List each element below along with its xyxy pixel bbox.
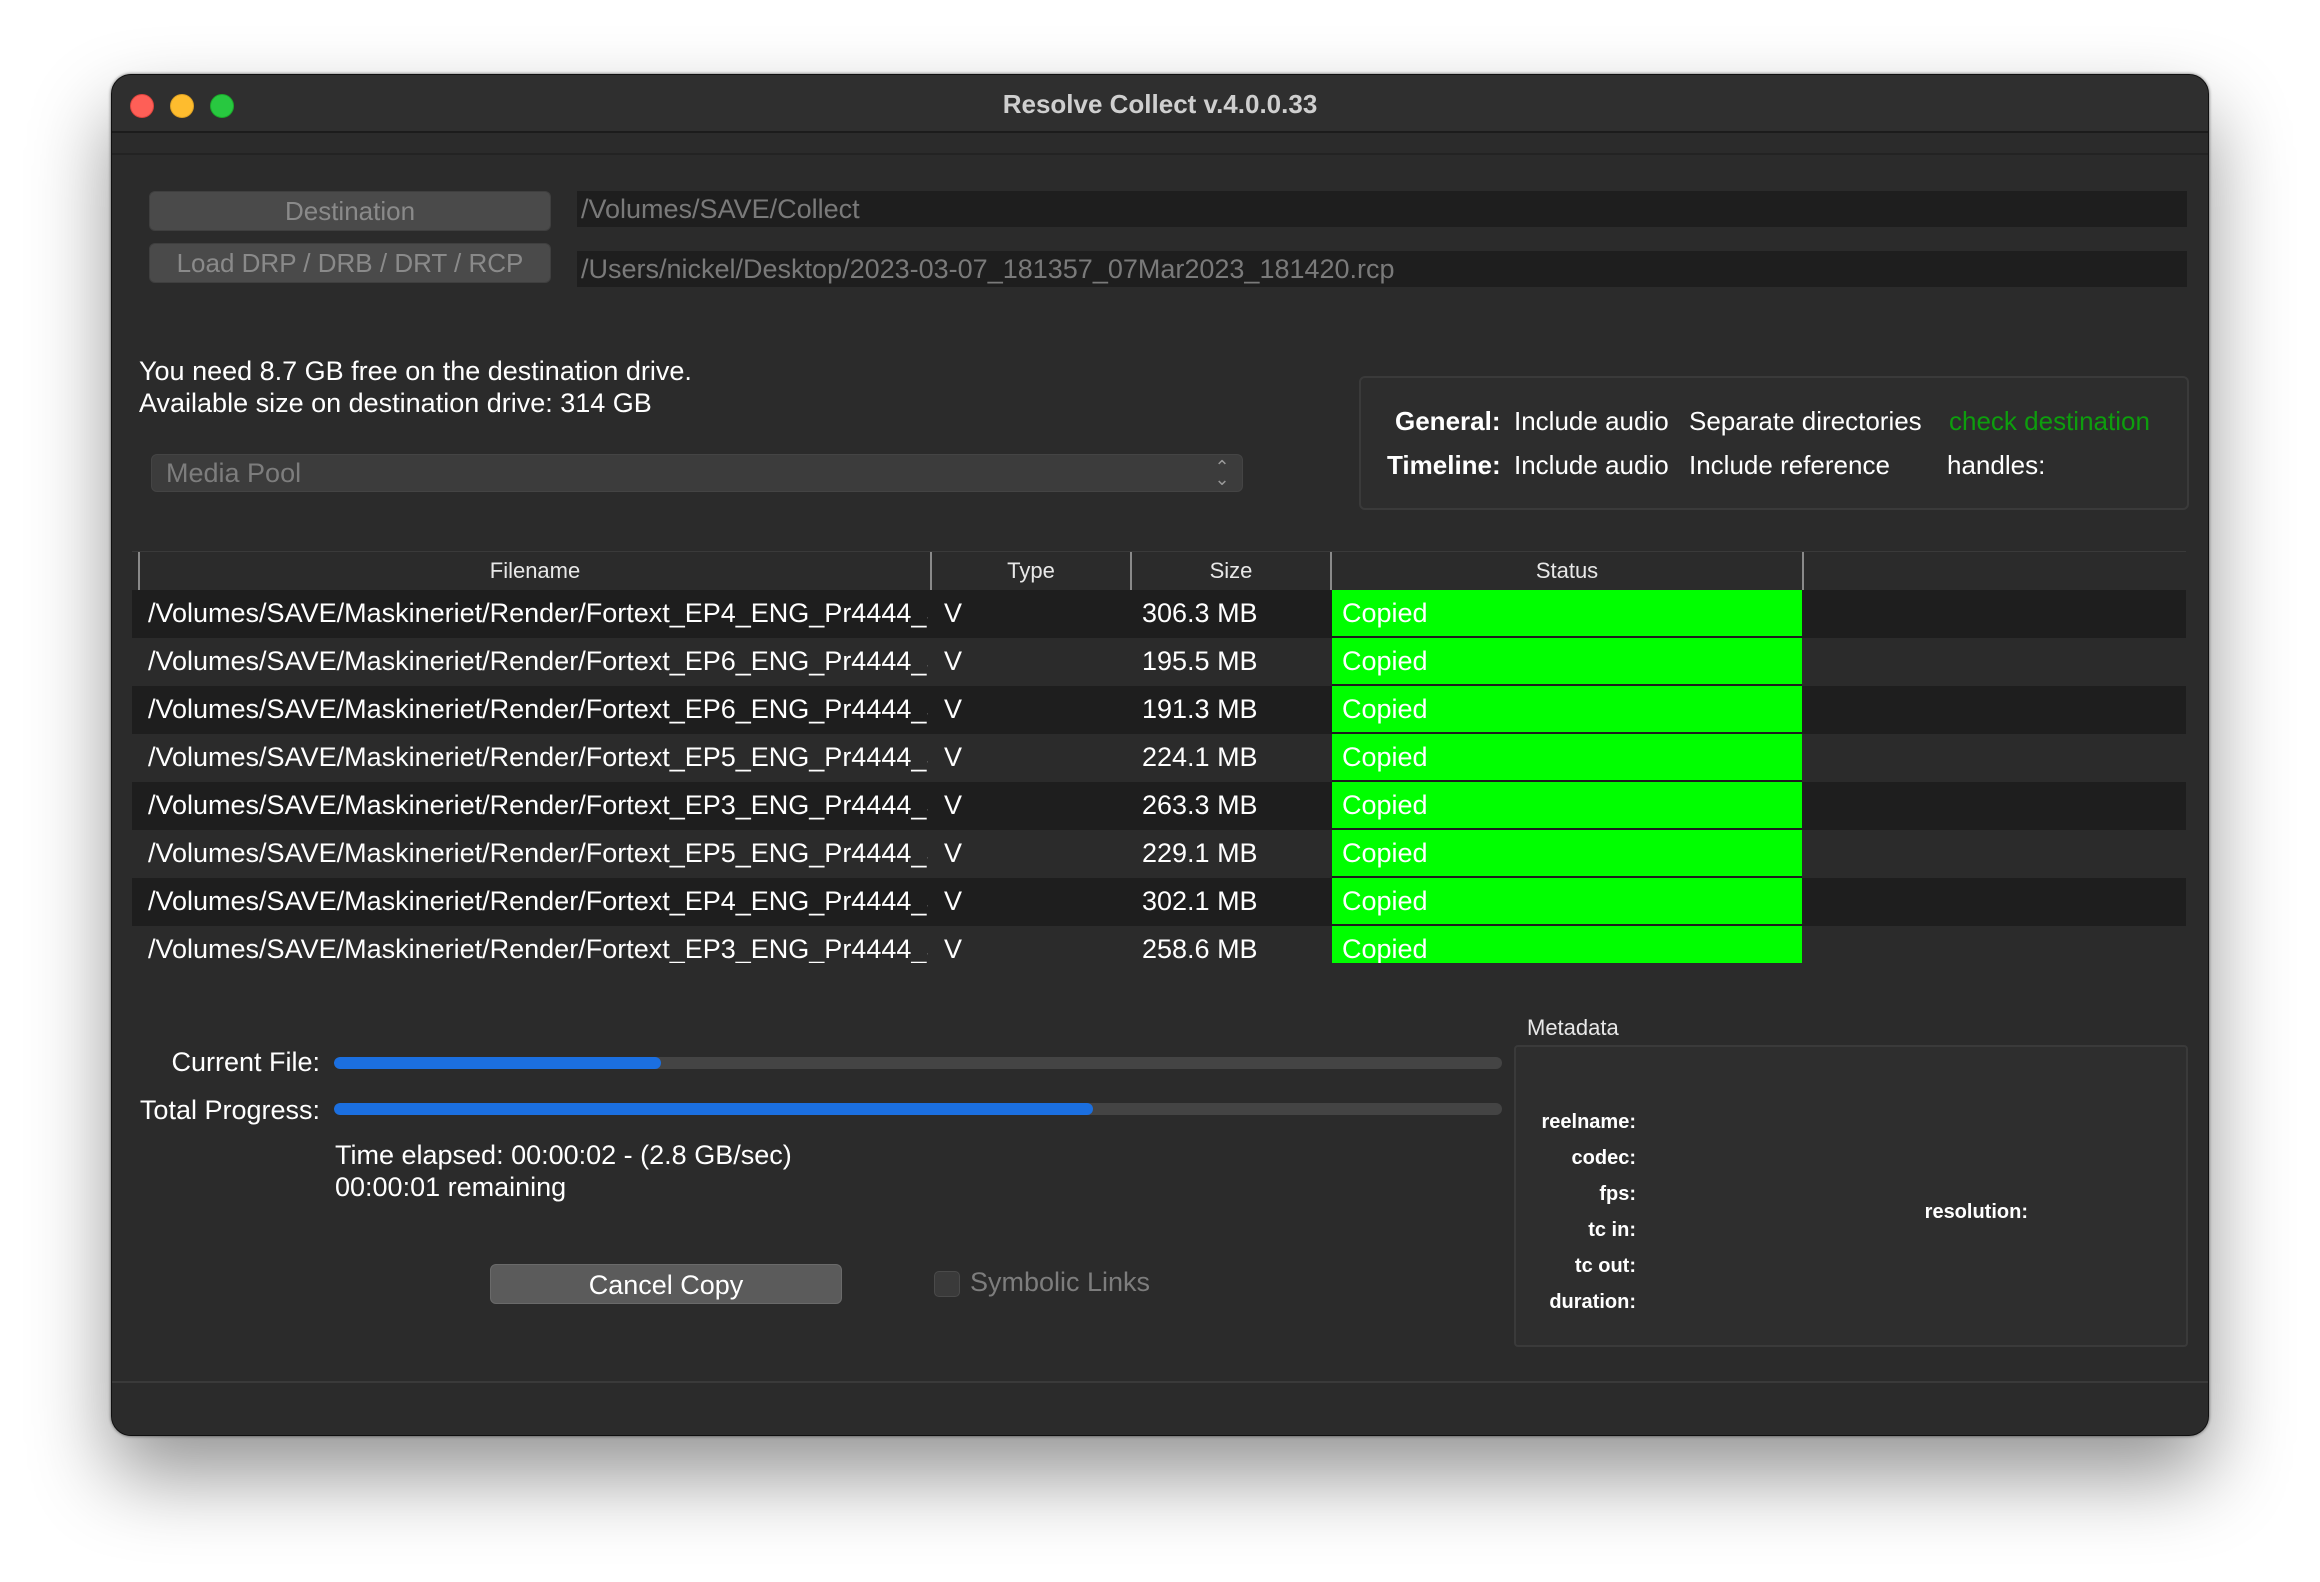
top-divider <box>112 153 2208 155</box>
cell-type: V <box>944 646 963 676</box>
table-row[interactable]: /Volumes/SAVE/Maskineriet/Render/Fortext… <box>132 878 2186 926</box>
cell-filename: /Volumes/SAVE/Maskineriet/Render/Fortext… <box>148 742 928 772</box>
meta-duration-label: duration: <box>1549 1291 1636 1313</box>
metadata-title: Metadata <box>1527 1015 1619 1040</box>
cell-status: Copied <box>1332 878 1802 926</box>
status-bar <box>112 1381 2208 1435</box>
cell-type: V <box>944 742 963 772</box>
app-window: Resolve Collect v.4.0.0.33 Destination /… <box>111 74 2209 1436</box>
table-row[interactable]: /Volumes/SAVE/Maskineriet/Render/Fortext… <box>132 782 2186 830</box>
load-project-button[interactable]: Load DRP / DRB / DRT / RCP <box>149 243 551 283</box>
cell-size: 302.1 MB <box>1142 886 1258 916</box>
cell-filename: /Volumes/SAVE/Maskineriet/Render/Fortext… <box>148 790 928 820</box>
cell-filename: /Volumes/SAVE/Maskineriet/Render/Fortext… <box>148 838 928 868</box>
options-panel: General: Include audio Separate director… <box>1359 376 2189 510</box>
cell-filename: /Volumes/SAVE/Maskineriet/Render/Fortext… <box>148 934 928 963</box>
cell-status: Copied <box>1332 926 1802 963</box>
metadata-panel: reelname: codec: fps: tc in: tc out: dur… <box>1514 1045 2188 1347</box>
timeline-handles-label: handles: <box>1947 450 2046 480</box>
cell-status: Copied <box>1332 782 1802 830</box>
load-path-field[interactable]: /Users/nickel/Desktop/2023-03-07_181357_… <box>577 251 2187 287</box>
cell-size: 224.1 MB <box>1142 742 1258 772</box>
table-row[interactable]: /Volumes/SAVE/Maskineriet/Render/Fortext… <box>132 638 2186 686</box>
table-row[interactable]: /Volumes/SAVE/Maskineriet/Render/Fortext… <box>132 734 2186 782</box>
file-table[interactable]: Filename Type Size Status /Volumes/SAVE/… <box>132 551 2186 963</box>
column-header-status[interactable]: Status <box>1330 552 1804 590</box>
table-row[interactable]: /Volumes/SAVE/Maskineriet/Render/Fortext… <box>132 686 2186 734</box>
cell-status: Copied <box>1332 686 1802 734</box>
cancel-copy-button[interactable]: Cancel Copy <box>490 1264 842 1304</box>
symbolic-links-label[interactable]: Symbolic Links <box>970 1267 1150 1298</box>
time-remaining-text: 00:00:01 remaining <box>335 1172 567 1202</box>
window-title: Resolve Collect v.4.0.0.33 <box>1002 89 1318 119</box>
destination-path-field[interactable]: /Volumes/SAVE/Collect <box>577 191 2187 227</box>
title-bar[interactable]: Resolve Collect v.4.0.0.33 <box>112 75 2208 133</box>
source-select-value: Media Pool <box>166 458 302 488</box>
table-header: Filename Type Size Status <box>132 552 2186 590</box>
cell-filename: /Volumes/SAVE/Maskineriet/Render/Fortext… <box>148 646 928 676</box>
meta-tc-in-label: tc in: <box>1588 1219 1636 1241</box>
meta-tc-out-label: tc out: <box>1574 1255 1636 1277</box>
timeline-include-reference[interactable]: Include reference <box>1689 450 1890 481</box>
current-file-progress-bar <box>334 1057 1502 1069</box>
cell-filename: /Volumes/SAVE/Maskineriet/Render/Fortext… <box>148 886 928 916</box>
space-needed-text: You need 8.7 GB free on the destination … <box>139 356 692 386</box>
meta-reelname-label: reelname: <box>1541 1111 1637 1133</box>
cell-filename: /Volumes/SAVE/Maskineriet/Render/Fortext… <box>148 694 928 724</box>
meta-fps-label: fps: <box>1599 1183 1636 1205</box>
cell-status: Copied <box>1332 590 1802 638</box>
total-progress-label: Total Progress: <box>139 1095 320 1125</box>
cell-size: 306.3 MB <box>1142 598 1258 628</box>
table-row[interactable]: /Volumes/SAVE/Maskineriet/Render/Fortext… <box>132 926 2186 963</box>
timeline-label: Timeline: <box>1387 450 1501 480</box>
space-available-text: Available size on destination drive: 314… <box>139 388 652 418</box>
time-elapsed-text: Time elapsed: 00:00:02 - (2.8 GB/sec) <box>335 1140 792 1170</box>
current-file-progress-fill <box>334 1057 662 1069</box>
column-header-type[interactable]: Type <box>930 552 1130 590</box>
column-header-filename[interactable]: Filename <box>138 552 930 590</box>
general-include-audio[interactable]: Include audio <box>1514 406 1669 437</box>
source-select[interactable]: Media Pool ⌃ ⌄ <box>151 454 1243 492</box>
cell-filename: /Volumes/SAVE/Maskineriet/Render/Fortext… <box>148 598 928 628</box>
general-separate-directories[interactable]: Separate directories <box>1689 406 1922 437</box>
cell-type: V <box>944 790 963 820</box>
cell-size: 191.3 MB <box>1142 694 1258 724</box>
column-header-size[interactable]: Size <box>1130 552 1330 590</box>
cell-size: 195.5 MB <box>1142 646 1258 676</box>
cell-status: Copied <box>1332 638 1802 686</box>
cell-status: Copied <box>1332 734 1802 782</box>
cell-type: V <box>944 838 963 868</box>
general-check-destination[interactable]: check destination <box>1949 406 2150 437</box>
table-row[interactable]: /Volumes/SAVE/Maskineriet/Render/Fortext… <box>132 830 2186 878</box>
total-progress-fill <box>334 1103 1094 1115</box>
general-label: General: <box>1395 406 1501 436</box>
chevron-down-icon: ⌄ <box>1214 469 1230 489</box>
cell-size: 229.1 MB <box>1142 838 1258 868</box>
meta-codec-label: codec: <box>1571 1147 1636 1169</box>
total-progress-bar <box>334 1103 1502 1115</box>
cell-type: V <box>944 694 963 724</box>
timeline-include-audio[interactable]: Include audio <box>1514 450 1669 481</box>
cell-status: Copied <box>1332 830 1802 878</box>
cell-size: 263.3 MB <box>1142 790 1258 820</box>
cell-type: V <box>944 886 963 916</box>
current-file-label: Current File: <box>171 1047 320 1077</box>
destination-button[interactable]: Destination <box>149 191 551 231</box>
cell-type: V <box>944 598 963 628</box>
cell-type: V <box>944 934 963 963</box>
meta-resolution-label: resolution: <box>1924 1201 2028 1223</box>
symbolic-links-checkbox[interactable] <box>934 1271 960 1297</box>
table-row[interactable]: /Volumes/SAVE/Maskineriet/Render/Fortext… <box>132 590 2186 638</box>
cell-size: 258.6 MB <box>1142 934 1258 963</box>
